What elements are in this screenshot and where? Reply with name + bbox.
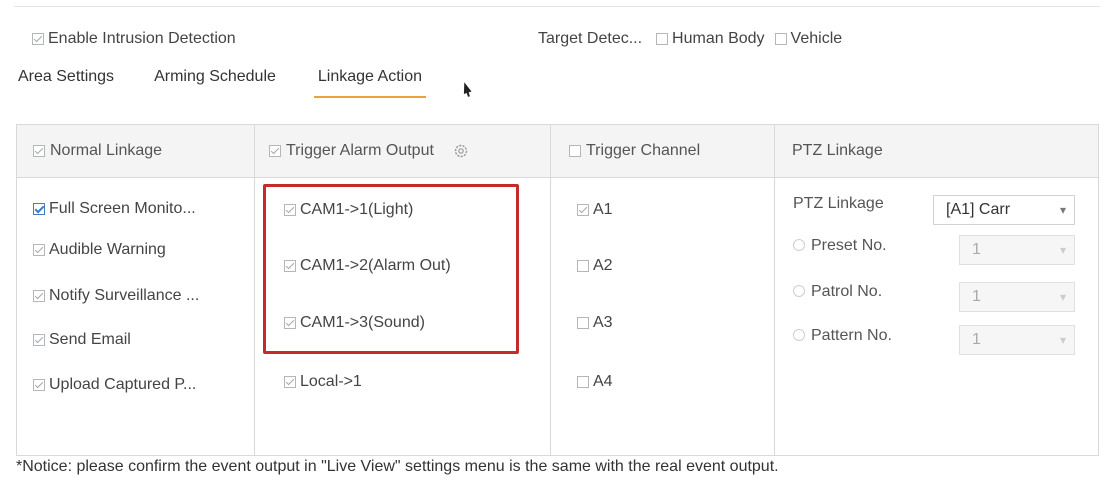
radio-icon[interactable] bbox=[793, 285, 805, 297]
full-screen-monitoring-checkbox[interactable] bbox=[33, 203, 45, 215]
trigger-channel-item[interactable]: A3 bbox=[577, 314, 613, 332]
alarm-output-checkbox[interactable] bbox=[284, 376, 296, 388]
trigger-alarm-output-header-label: Trigger Alarm Output bbox=[286, 142, 434, 159]
gear-icon[interactable] bbox=[453, 143, 469, 159]
normal-linkage-item[interactable]: Audible Warning bbox=[33, 241, 166, 259]
pattern-select[interactable]: 1 ▾ bbox=[959, 325, 1075, 355]
alarm-output-item[interactable]: Local->1 bbox=[284, 373, 362, 391]
pattern-label: Pattern No. bbox=[811, 327, 892, 344]
preset-value: 1 bbox=[972, 241, 981, 258]
upload-captured-picture-checkbox[interactable] bbox=[33, 379, 45, 391]
normal-linkage-header-label: Normal Linkage bbox=[50, 142, 163, 159]
trigger-channel-item-label: A3 bbox=[593, 314, 613, 331]
pattern-radio[interactable]: Pattern No. bbox=[793, 327, 892, 345]
enable-intrusion-detection[interactable]: Enable Intrusion Detection bbox=[32, 30, 236, 48]
channel-checkbox[interactable] bbox=[577, 376, 589, 388]
chevron-down-icon: ▾ bbox=[1059, 203, 1066, 217]
normal-linkage-item-label: Audible Warning bbox=[49, 241, 166, 258]
chevron-down-icon: ▾ bbox=[1059, 290, 1066, 304]
trigger-channel-header-label: Trigger Channel bbox=[586, 142, 701, 159]
target-detection: Target Detec... Human Body Vehicle bbox=[538, 30, 842, 48]
alarm-output-item-label: Local->1 bbox=[300, 373, 362, 390]
preset-radio[interactable]: Preset No. bbox=[793, 237, 887, 255]
channel-checkbox[interactable] bbox=[577, 204, 589, 216]
normal-linkage-item-label: Send Email bbox=[49, 331, 131, 348]
normal-linkage-header[interactable]: Normal Linkage bbox=[33, 142, 162, 160]
pattern-value: 1 bbox=[972, 331, 981, 348]
normal-linkage-item[interactable]: Upload Captured P... bbox=[33, 376, 196, 394]
target-human-body[interactable]: Human Body bbox=[656, 30, 765, 48]
patrol-label: Patrol No. bbox=[811, 283, 883, 300]
column-divider bbox=[254, 125, 255, 455]
trigger-channel-header[interactable]: Trigger Channel bbox=[569, 142, 700, 160]
send-email-checkbox[interactable] bbox=[33, 334, 45, 346]
tab-linkage-action[interactable]: Linkage Action bbox=[313, 68, 427, 98]
tab-area-settings[interactable]: Area Settings bbox=[18, 68, 114, 98]
trigger-alarm-output-select-all[interactable] bbox=[269, 145, 281, 157]
normal-linkage-item-label: Full Screen Monito... bbox=[49, 200, 196, 217]
channel-checkbox[interactable] bbox=[577, 260, 589, 272]
column-divider bbox=[774, 125, 775, 455]
notify-surveillance-checkbox[interactable] bbox=[33, 290, 45, 302]
human-body-checkbox[interactable] bbox=[656, 33, 669, 45]
vehicle-label: Vehicle bbox=[790, 30, 843, 47]
ptz-linkage-header-label: PTZ Linkage bbox=[792, 142, 883, 159]
target-detection-label: Target Detec... bbox=[538, 30, 643, 47]
trigger-channel-item[interactable]: A1 bbox=[577, 201, 613, 219]
normal-linkage-select-all[interactable] bbox=[33, 145, 45, 157]
normal-linkage-item[interactable]: Notify Surveillance ... bbox=[33, 287, 199, 305]
notice-text: *Notice: please confirm the event output… bbox=[16, 458, 779, 475]
ptz-linkage-select[interactable]: [A1] Carr ▾ bbox=[933, 195, 1075, 225]
trigger-alarm-output-header[interactable]: Trigger Alarm Output bbox=[269, 142, 469, 160]
target-vehicle[interactable]: Vehicle bbox=[774, 30, 843, 48]
trigger-channel-item-label: A4 bbox=[593, 373, 613, 390]
radio-icon[interactable] bbox=[793, 239, 805, 251]
preset-select[interactable]: 1 ▾ bbox=[959, 235, 1075, 265]
radio-icon[interactable] bbox=[793, 329, 805, 341]
ptz-linkage-label: PTZ Linkage bbox=[793, 195, 884, 212]
preset-label: Preset No. bbox=[811, 237, 887, 254]
human-body-label: Human Body bbox=[672, 30, 765, 47]
ptz-linkage-header: PTZ Linkage bbox=[792, 142, 883, 160]
audible-warning-checkbox[interactable] bbox=[33, 244, 45, 256]
patrol-radio[interactable]: Patrol No. bbox=[793, 283, 882, 301]
settings-tabs: Area Settings Arming Schedule Linkage Ac… bbox=[18, 68, 427, 98]
mouse-cursor-icon bbox=[460, 81, 472, 94]
column-divider bbox=[550, 125, 551, 455]
patrol-select[interactable]: 1 ▾ bbox=[959, 282, 1075, 312]
linkage-table: Normal Linkage Trigger Alarm Output Trig… bbox=[16, 124, 1099, 456]
normal-linkage-item[interactable]: Send Email bbox=[33, 331, 131, 349]
ptz-linkage-value: [A1] Carr bbox=[946, 201, 1011, 218]
trigger-channel-item-label: A1 bbox=[593, 201, 613, 218]
trigger-channel-item[interactable]: A4 bbox=[577, 373, 613, 391]
channel-checkbox[interactable] bbox=[577, 317, 589, 329]
enable-intrusion-label: Enable Intrusion Detection bbox=[48, 30, 236, 47]
chevron-down-icon: ▾ bbox=[1059, 333, 1066, 347]
trigger-channel-select-all[interactable] bbox=[569, 145, 581, 157]
trigger-channel-item[interactable]: A2 bbox=[577, 257, 613, 275]
normal-linkage-item-label: Notify Surveillance ... bbox=[49, 287, 200, 304]
tab-arming-schedule[interactable]: Arming Schedule bbox=[154, 68, 276, 98]
highlight-box bbox=[263, 184, 519, 354]
chevron-down-icon: ▾ bbox=[1059, 243, 1066, 257]
trigger-channel-item-label: A2 bbox=[593, 257, 613, 274]
enable-intrusion-checkbox[interactable] bbox=[32, 33, 44, 45]
vehicle-checkbox[interactable] bbox=[774, 33, 787, 45]
normal-linkage-item-label: Upload Captured P... bbox=[49, 376, 197, 393]
top-divider bbox=[14, 6, 1100, 7]
normal-linkage-item[interactable]: Full Screen Monito... bbox=[33, 200, 196, 218]
patrol-value: 1 bbox=[972, 288, 981, 305]
linkage-table-header bbox=[17, 125, 1098, 178]
